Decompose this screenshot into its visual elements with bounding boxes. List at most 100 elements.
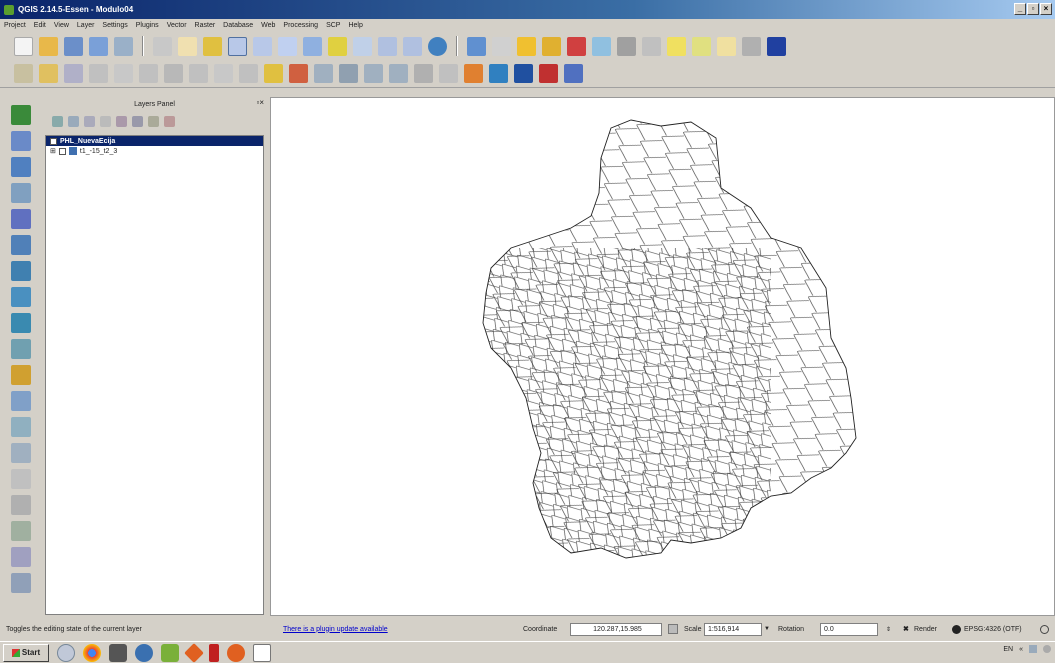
ie-icon[interactable] <box>57 643 75 662</box>
help-icon[interactable] <box>742 36 761 56</box>
scp-tool-icon[interactable] <box>464 64 483 83</box>
menu-scp[interactable]: SCP <box>326 22 340 29</box>
scp-zoom-icon[interactable] <box>564 64 583 83</box>
plugin-update-link[interactable]: There is a plugin update available <box>283 626 388 633</box>
menu-processing[interactable]: Processing <box>283 22 318 29</box>
add-gps-icon[interactable] <box>11 469 31 489</box>
add-wms-layer-icon[interactable] <box>11 261 31 281</box>
node-tool-icon[interactable] <box>139 64 158 83</box>
add-spatialite-layer-icon[interactable] <box>11 183 31 203</box>
collapse-all-icon[interactable] <box>148 115 159 127</box>
save-project-icon[interactable] <box>64 36 83 56</box>
menu-raster[interactable]: Raster <box>195 22 216 29</box>
render-check-icon[interactable]: ✖ <box>903 625 909 633</box>
expand-all-icon[interactable] <box>132 115 143 127</box>
add-oracle-layer-icon[interactable] <box>11 235 31 255</box>
tray-arrow-icon[interactable]: « <box>1019 646 1023 653</box>
zoom-last-icon[interactable] <box>378 36 397 56</box>
scp-band-icon[interactable] <box>514 64 533 83</box>
add-postgis-layer-icon[interactable] <box>11 157 31 177</box>
new-bookmark-icon[interactable] <box>692 36 711 56</box>
tool-icon[interactable] <box>209 643 219 662</box>
current-edits-icon[interactable] <box>14 64 33 83</box>
measure-icon[interactable] <box>642 36 661 56</box>
layer-item-selected[interactable]: PHL_NuevaEcija <box>46 136 263 146</box>
scale-dropdown-icon[interactable]: ▼ <box>764 626 770 632</box>
menu-layer[interactable]: Layer <box>77 22 95 29</box>
zoom-to-selection-icon[interactable] <box>328 36 347 56</box>
new-gpx-icon[interactable] <box>11 443 31 463</box>
menu-vector[interactable]: Vector <box>167 22 187 29</box>
field-calculator-icon[interactable] <box>592 36 611 56</box>
label-icon[interactable] <box>264 64 283 83</box>
close-panel-icon[interactable]: ▫× <box>256 98 264 107</box>
zoom-full-icon[interactable] <box>303 36 322 56</box>
zoom-in-icon[interactable] <box>228 36 247 56</box>
chart-icon[interactable] <box>439 64 458 83</box>
menu-database[interactable]: Database <box>223 22 253 29</box>
save-edits-icon[interactable] <box>64 64 83 83</box>
tray-volume-icon[interactable] <box>1043 645 1051 653</box>
globe-icon[interactable] <box>952 624 961 634</box>
plugin-icon[interactable] <box>767 36 786 56</box>
menu-help[interactable]: Help <box>348 22 362 29</box>
save-as-icon[interactable] <box>89 36 108 56</box>
zoom-native-icon[interactable] <box>278 36 297 56</box>
map-tips-icon[interactable] <box>667 36 686 56</box>
delete-selected-icon[interactable] <box>164 64 183 83</box>
deselect-icon[interactable] <box>542 36 561 56</box>
zoom-out-icon[interactable] <box>253 36 272 56</box>
new-spatialite-icon[interactable] <box>11 417 31 437</box>
menu-plugins[interactable]: Plugins <box>136 22 159 29</box>
paste-features-icon[interactable] <box>239 64 258 83</box>
manage-visibility-icon[interactable] <box>84 115 95 127</box>
change-label-icon[interactable] <box>389 64 408 83</box>
cut-features-icon[interactable] <box>189 64 208 83</box>
grass-icon[interactable] <box>11 573 31 593</box>
layer-item[interactable]: ⊞ t1_-15_t2_3 <box>46 146 263 156</box>
open-project-icon[interactable] <box>39 36 58 56</box>
menu-settings[interactable]: Settings <box>102 22 127 29</box>
pin-labels-icon[interactable] <box>289 64 308 83</box>
menu-edit[interactable]: Edit <box>34 22 46 29</box>
minimize-button[interactable]: _ <box>1014 3 1026 15</box>
add-group-icon[interactable] <box>68 115 79 127</box>
rotation-field[interactable]: 0.0 <box>820 622 878 636</box>
statistics-icon[interactable] <box>617 36 636 56</box>
expand-icon[interactable]: ⊞ <box>50 147 56 155</box>
scale-field[interactable]: 1:516,914 <box>704 622 762 636</box>
show-labels-icon[interactable] <box>314 64 333 83</box>
network-icon[interactable] <box>135 643 153 662</box>
print-composer-icon[interactable] <box>114 36 133 56</box>
rotate-label-icon[interactable] <box>364 64 383 83</box>
add-mssql-layer-icon[interactable] <box>11 209 31 229</box>
maximize-button[interactable]: ▫ <box>1027 3 1039 15</box>
remove-layer-icon[interactable] <box>164 115 175 127</box>
touch-icon[interactable] <box>153 36 172 56</box>
select-features-icon[interactable] <box>492 36 511 56</box>
select-by-expression-icon[interactable] <box>517 36 536 56</box>
printer-icon[interactable] <box>109 643 127 662</box>
zoom-next-icon[interactable] <box>403 36 422 56</box>
topology-icon[interactable] <box>11 547 31 567</box>
rotation-spinner-icon[interactable]: ⇕ <box>886 626 891 633</box>
copy-features-icon[interactable] <box>214 64 233 83</box>
firefox-icon[interactable] <box>227 643 245 662</box>
refresh-icon[interactable] <box>428 36 447 56</box>
toggle-coordinate-icon[interactable] <box>668 624 678 634</box>
text-annotation-icon[interactable] <box>717 36 736 56</box>
start-button[interactable]: Start <box>3 643 49 662</box>
identify-icon[interactable] <box>467 36 486 56</box>
menu-web[interactable]: Web <box>261 22 275 29</box>
new-shapefile-icon[interactable] <box>11 391 31 411</box>
language-indicator[interactable]: EN <box>1003 646 1013 653</box>
layer-visibility-checkbox[interactable] <box>58 147 66 155</box>
qgis-window-icon[interactable] <box>253 643 271 662</box>
add-vector-layer-icon[interactable] <box>11 105 31 125</box>
qgis-taskbar-icon[interactable] <box>161 643 179 662</box>
add-feature-icon[interactable] <box>89 64 108 83</box>
style-icon[interactable] <box>52 115 63 127</box>
scp-roi-icon[interactable] <box>539 64 558 83</box>
scp-dock-icon[interactable] <box>489 64 508 83</box>
move-feature-icon[interactable] <box>114 64 133 83</box>
